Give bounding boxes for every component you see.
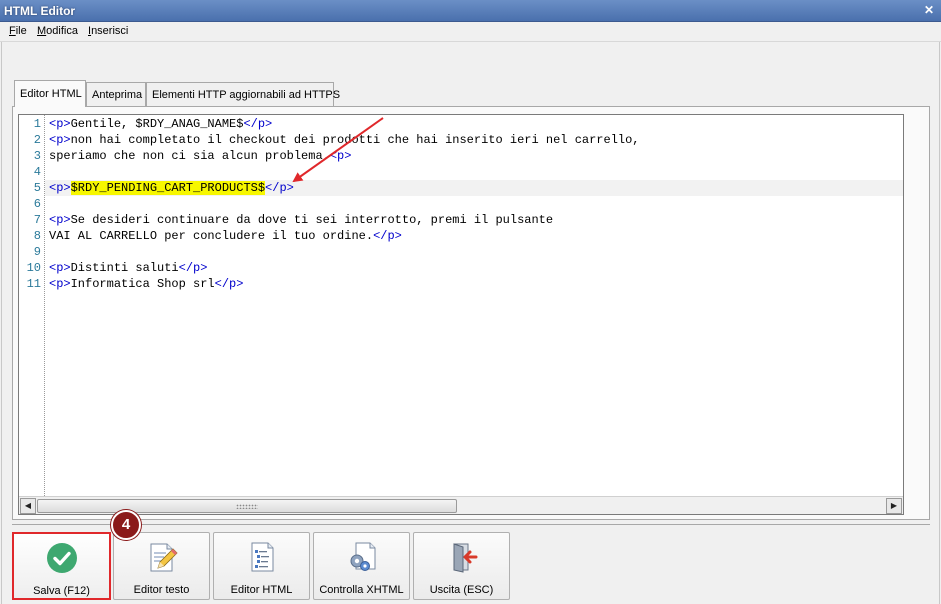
check-xhtml-label: Controlla XHTML	[319, 584, 404, 596]
grip-icon	[236, 504, 258, 509]
save-label: Salva (F12)	[33, 585, 90, 597]
menu-file[interactable]: File	[9, 25, 27, 37]
exit-door-icon	[453, 543, 477, 573]
scroll-left-button[interactable]: ◀	[20, 498, 36, 514]
check-xhtml-button[interactable]: Controlla XHTML	[313, 532, 410, 600]
html-editor-label: Editor HTML	[230, 584, 293, 596]
html-document-icon	[251, 542, 273, 572]
code-text: VAI AL CARRELLO per concludere il tuo or…	[49, 229, 374, 243]
code-line[interactable]: <p>$RDY_PENDING_CART_PRODUCTS$</p>	[45, 180, 903, 196]
menu-inserisci[interactable]: Inserisci	[88, 25, 128, 37]
html-tag: <p>	[329, 149, 352, 163]
code-editor[interactable]: 1 2 3 4 5 6 7 8 9 10 11 <p>Gentile, $RDY_ANAG_NAME…	[18, 114, 904, 515]
code-text: Gentile, $RDY_ANAG_NAME$	[70, 117, 244, 131]
menu-modifica[interactable]: Modifica	[37, 25, 78, 37]
line-number: 8	[33, 229, 41, 243]
html-tag: </p>	[214, 277, 244, 291]
html-editor-button[interactable]: Editor HTML	[213, 532, 310, 600]
html-tag: </p>	[178, 261, 208, 275]
line-number: 10	[26, 261, 41, 275]
line-number: 4	[33, 165, 41, 179]
html-tag: <p>	[49, 277, 71, 291]
code-line[interactable]	[49, 196, 903, 212]
line-number: 2	[33, 133, 41, 147]
code-line[interactable]: VAI AL CARRELLO per concludere il tuo or…	[49, 228, 903, 244]
html-tag: <p>	[49, 261, 71, 275]
menu-bar: File Modifica Inserisci	[0, 22, 941, 42]
html-tag: <p>	[49, 117, 71, 131]
line-number-gutter: 1 2 3 4 5 6 7 8 9 10 11	[19, 115, 45, 496]
code-area[interactable]: <p>Gentile, $RDY_ANAG_NAME$</p> <p>non ha…	[45, 115, 903, 496]
close-icon[interactable]: ✕	[921, 3, 937, 18]
code-line[interactable]: <p>non hai completato il checkout dei pr…	[49, 132, 903, 148]
exit-label: Uscita (ESC)	[429, 584, 494, 596]
text-editor-button[interactable]: Editor testo	[113, 532, 210, 600]
scrollbar-thumb[interactable]	[37, 499, 457, 513]
horizontal-scrollbar[interactable]: ◀ ▶	[19, 496, 903, 514]
tab-editor-html[interactable]: Editor HTML	[14, 80, 86, 107]
highlighted-placeholder: $RDY_PENDING_CART_PRODUCTS$	[70, 181, 266, 195]
code-text: speriamo che non ci sia alcun problema.	[49, 149, 330, 163]
line-number: 3	[33, 149, 41, 163]
edit-document-icon	[150, 543, 178, 572]
code-line[interactable]: speriamo che non ci sia alcun problema.<…	[49, 148, 903, 164]
line-number: 6	[33, 197, 41, 211]
checkmark-icon	[46, 543, 77, 573]
save-button[interactable]: Salva (F12)	[12, 532, 111, 600]
html-tag: </p>	[373, 229, 402, 243]
code-text: non hai completato il checkout dei prodo…	[70, 133, 640, 147]
settings-document-icon	[350, 542, 375, 571]
code-line[interactable]: <p>Gentile, $RDY_ANAG_NAME$</p>	[49, 116, 903, 132]
code-line[interactable]: <p>Informatica Shop srl</p>	[49, 276, 903, 292]
code-line[interactable]: <p>Distinti saluti</p>	[49, 260, 903, 276]
html-tag: </p>	[265, 181, 294, 195]
line-number: 11	[26, 277, 41, 291]
html-tag: </p>	[243, 117, 273, 131]
step-badge: 4	[111, 510, 141, 540]
code-text: Se desideri continuare da dove ti sei in…	[70, 213, 554, 227]
line-number: 5	[33, 181, 41, 195]
line-number: 1	[33, 117, 41, 131]
tab-anteprima[interactable]: Anteprima	[86, 82, 146, 106]
html-tag: <p>	[49, 213, 71, 227]
line-number: 7	[33, 213, 41, 227]
code-line[interactable]	[49, 244, 903, 260]
code-text: Informatica Shop srl	[70, 277, 215, 291]
line-number: 9	[33, 245, 41, 259]
html-tag: <p>	[49, 133, 71, 147]
window-title: HTML Editor	[4, 4, 76, 18]
html-tag: <p>	[49, 181, 71, 195]
title-bar: HTML Editor ✕	[0, 0, 941, 22]
exit-button[interactable]: Uscita (ESC)	[413, 532, 510, 600]
scroll-right-button[interactable]: ▶	[886, 498, 902, 514]
tab-elementi-http[interactable]: Elementi HTTP aggiornabili ad HTTPS	[146, 82, 340, 106]
code-line[interactable]: <p>Se desideri continuare da dove ti sei…	[49, 212, 903, 228]
divider	[12, 524, 930, 525]
code-line[interactable]	[49, 164, 903, 180]
text-editor-label: Editor testo	[133, 584, 190, 596]
code-text: Distinti saluti	[70, 261, 179, 275]
